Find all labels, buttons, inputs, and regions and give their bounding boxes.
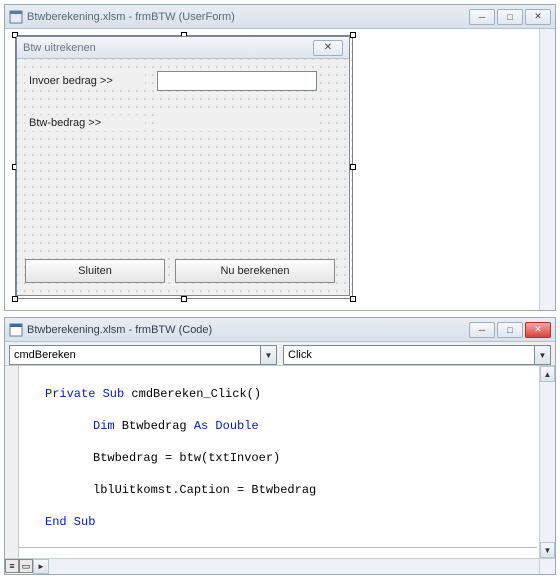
titlebar-designer[interactable]: Btwberekening.xlsm - frmBTW (UserForm) ─… [5,5,555,29]
button-cmdSluiten[interactable]: Sluiten [25,259,165,283]
code-title-text: Btwberekening.xlsm - frmBTW (Code) [27,324,469,336]
code-scrollbar-h[interactable]: ≡ ▭ ◄ ► [5,558,555,574]
procedure-combo-value: Click [288,349,312,361]
chevron-down-icon[interactable]: ▼ [260,346,276,364]
userform-close-button[interactable]: ✕ [313,40,343,56]
code-scrollbar-v[interactable]: ▲ ▼ [539,366,555,558]
label-btwbedrag[interactable]: Btw-bedrag >> [25,115,145,131]
procedure-combo[interactable]: Click ▼ [283,345,551,365]
scroll-down-icon[interactable]: ▼ [540,542,555,558]
label-lblUitkomst[interactable] [157,113,317,131]
userform-frmBTW[interactable]: Btw uitrekenen ✕ Invoer bedrag >> Btw-be… [16,36,350,296]
textbox-txtInvoer[interactable] [157,71,317,91]
designer-scrollbar-v[interactable] [539,29,555,310]
close-button[interactable]: ✕ [525,9,551,25]
code-editor[interactable]: Private Sub cmdBereken_Click() Dim Btwbe… [19,366,539,558]
scroll-up-icon[interactable]: ▲ [540,366,555,382]
object-combo-value: cmdBereken [14,349,76,361]
sizegrip[interactable] [539,559,555,574]
code-window: Btwberekening.xlsm - frmBTW (Code) ─ □ ✕… [4,317,556,575]
scroll-right-icon[interactable]: ► [33,559,49,574]
button-cmdBereken[interactable]: Nu berekenen [175,259,335,283]
form-icon [9,10,23,24]
fullmodule-view-button[interactable]: ▭ [19,559,33,573]
userform-titlebar[interactable]: Btw uitrekenen ✕ [17,37,349,59]
code-gutter [5,366,19,558]
maximize-button[interactable]: □ [497,9,523,25]
chevron-down-icon[interactable]: ▼ [534,346,550,364]
minimize-button[interactable]: ─ [469,9,495,25]
object-combo[interactable]: cmdBereken ▼ [9,345,277,365]
code-close-button[interactable]: ✕ [525,322,551,338]
designer-body[interactable]: Btw uitrekenen ✕ Invoer bedrag >> Btw-be… [5,29,555,310]
label-invoer[interactable]: Invoer bedrag >> [25,73,145,89]
userform-caption: Btw uitrekenen [23,42,313,54]
userform-body[interactable]: Invoer bedrag >> Btw-bedrag >> Sluiten N… [17,59,349,295]
code-combos: cmdBereken ▼ Click ▼ [5,342,555,366]
userform-designer-window: Btwberekening.xlsm - frmBTW (UserForm) ─… [4,4,556,311]
procedure-view-button[interactable]: ≡ [5,559,19,573]
code-body: Private Sub cmdBereken_Click() Dim Btwbe… [5,366,555,558]
code-maximize-button[interactable]: □ [497,322,523,338]
titlebar-code[interactable]: Btwberekening.xlsm - frmBTW (Code) ─ □ ✕ [5,318,555,342]
title-text: Btwberekening.xlsm - frmBTW (UserForm) [27,11,469,23]
code-minimize-button[interactable]: ─ [469,322,495,338]
design-surface[interactable]: Btw uitrekenen ✕ Invoer bedrag >> Btw-be… [15,35,353,299]
code-icon [9,323,23,337]
